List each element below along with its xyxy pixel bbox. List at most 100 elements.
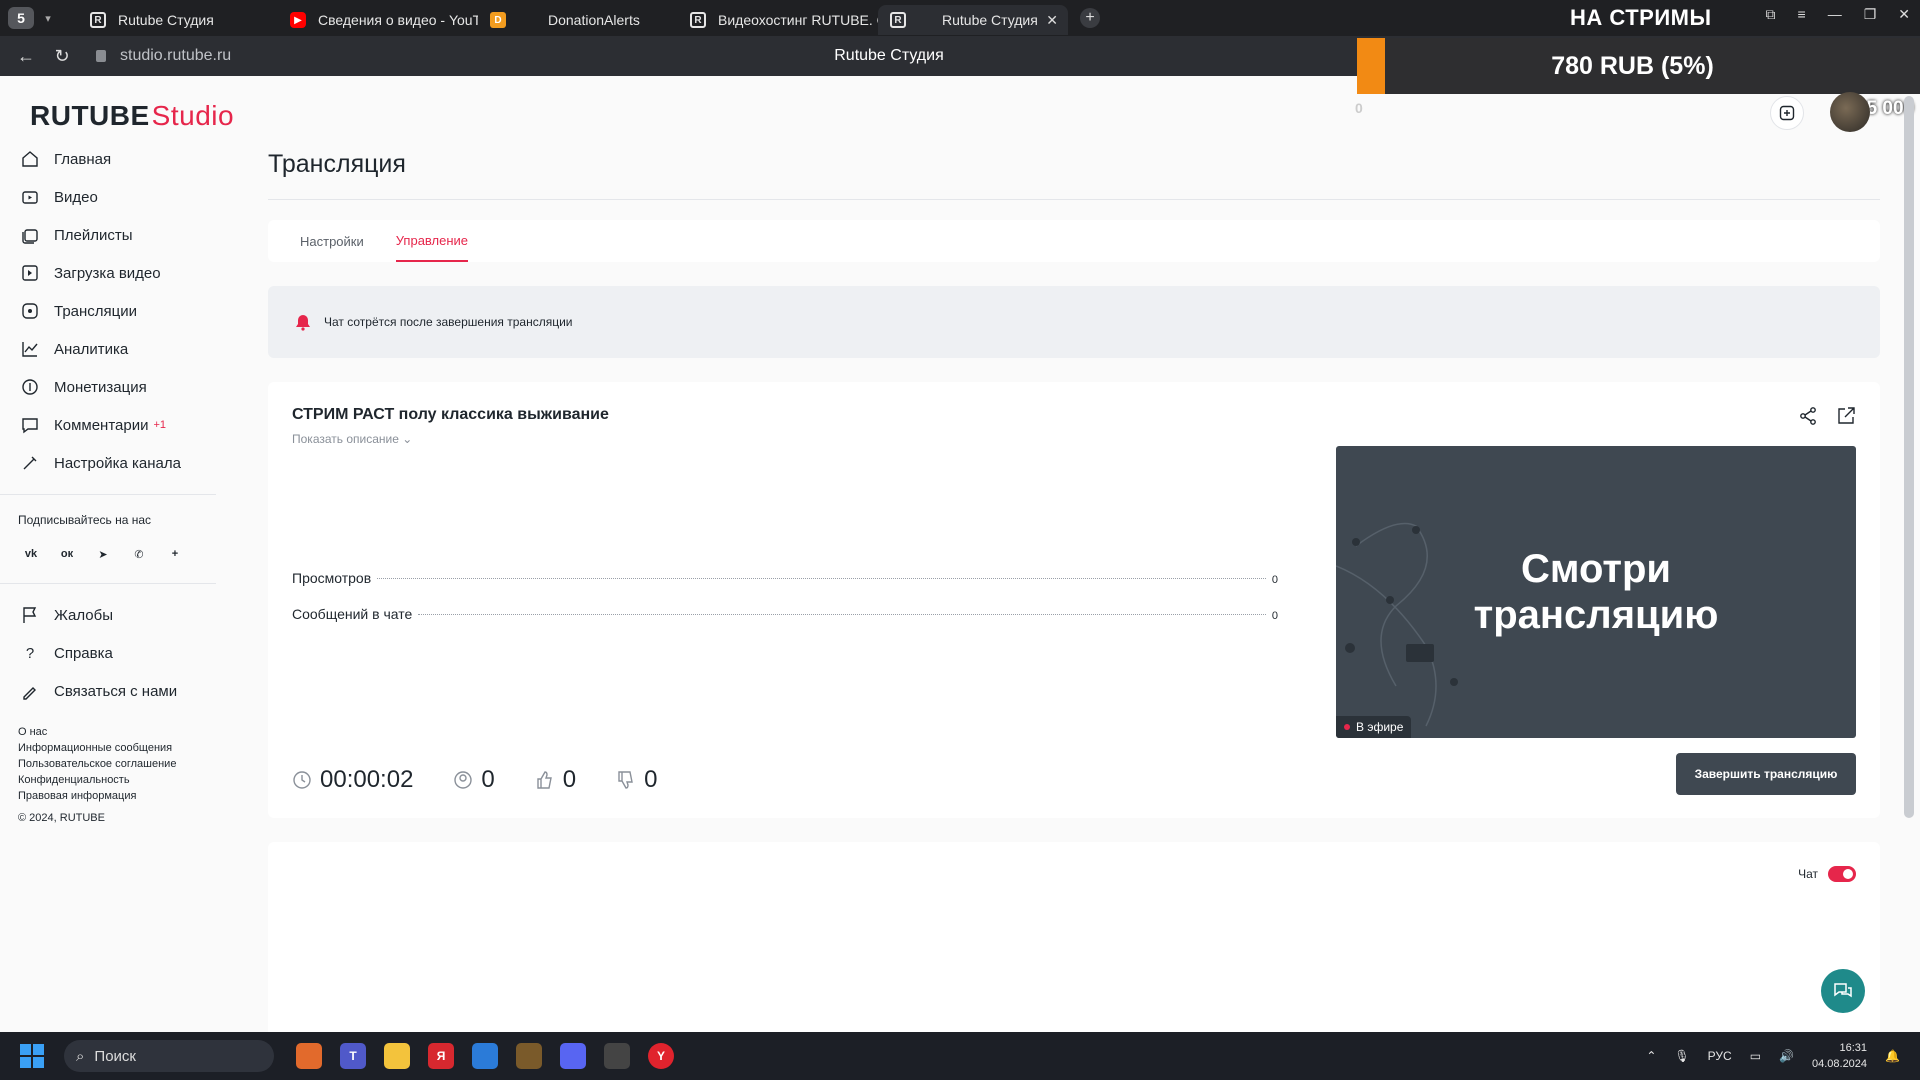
tab-rutube-hosting[interactable]: R Видеохостинг RUTUBE. С [678, 5, 878, 35]
preview-text-line2: трансляцию [1473, 593, 1719, 637]
search-icon: ⌕ [76, 1047, 85, 1065]
sidebar-item-channel-settings[interactable]: Настройка канала [0, 444, 216, 482]
clock[interactable]: 16:31 04.08.2024 [1812, 1040, 1867, 1072]
teams-icon[interactable]: T [340, 1043, 366, 1069]
plus-square-icon [1779, 105, 1795, 121]
ok-icon[interactable]: ок [56, 543, 78, 565]
menu-icon[interactable]: ≡ [1798, 6, 1806, 23]
close-window-icon[interactable]: ✕ [1898, 6, 1910, 23]
analytics-icon [20, 339, 40, 359]
youtube-favicon-icon: ▶ [290, 12, 306, 28]
sidebar-item-upload[interactable]: Загрузка видео [0, 254, 216, 292]
vk-icon[interactable]: vk [20, 543, 42, 565]
end-stream-button[interactable]: Завершить трансляцию [1676, 753, 1856, 795]
stream-preview[interactable]: Смотри трансляцию В эфире [1336, 446, 1856, 738]
contact-icon [20, 681, 40, 701]
viber-icon[interactable]: ✆ [128, 543, 150, 565]
sidebar-item-monetization[interactable]: Монетизация [0, 368, 216, 406]
language-indicator[interactable]: РУС [1708, 1049, 1732, 1063]
comments-icon [20, 415, 40, 435]
chevron-down-icon[interactable]: ▾ [38, 7, 58, 29]
chat-toggle[interactable] [1828, 866, 1856, 882]
sidebar-item-playlists[interactable]: Плейлисты [0, 216, 216, 254]
sidebar-item-home[interactable]: Главная [0, 140, 216, 178]
support-chat-button[interactable] [1821, 969, 1865, 1013]
sidebar-item-label: Главная [54, 150, 112, 168]
tab-rutube-studio-active[interactable]: R Rutube Студия ✕ [878, 5, 1068, 35]
sidebar-item-complaints[interactable]: Жалобы [0, 596, 216, 634]
more-icon[interactable]: + [164, 543, 186, 565]
logo-product: Studio [151, 100, 235, 131]
chat-messages-value: 0 [1271, 610, 1278, 622]
store-icon[interactable] [472, 1043, 498, 1069]
new-tab-button[interactable]: + [1080, 8, 1100, 28]
sidebar-item-help[interactable]: ? Справка [0, 634, 216, 672]
scrollbar[interactable] [1904, 96, 1914, 818]
telegram-icon[interactable]: ➤ [92, 543, 114, 565]
sidebar-item-video[interactable]: Видео [0, 178, 216, 216]
sidebar-item-comments[interactable]: Комментарии +1 [0, 406, 216, 444]
chevron-down-icon: ⌄ [402, 432, 413, 446]
dot-leader [418, 614, 1266, 615]
tab-rutube-studio-1[interactable]: R Rutube Студия [78, 5, 278, 35]
footer-link-privacy[interactable]: Конфиденциальность [18, 772, 216, 788]
views-stat: Просмотров 0 [292, 570, 1278, 586]
windows-start-icon[interactable] [20, 1044, 44, 1068]
thumbs-up-icon [537, 771, 552, 789]
stream-card: СТРИМ РАСТ полу классика выживание Показ… [268, 382, 1880, 818]
app-orange-icon[interactable] [296, 1043, 322, 1069]
sidebar-item-broadcasts[interactable]: Трансляции [0, 292, 216, 330]
taskbar-search[interactable]: ⌕ Поиск [64, 1040, 274, 1072]
show-description-label: Показать описание [292, 432, 399, 446]
comments-badge: +1 [153, 419, 167, 431]
donationalerts-favicon-icon: D [490, 12, 506, 28]
viewers-value: 0 [481, 766, 495, 793]
yandex-icon[interactable]: Я [428, 1043, 454, 1069]
file-explorer-icon[interactable] [384, 1043, 410, 1069]
close-tab-icon[interactable]: ✕ [1046, 12, 1058, 29]
promo-title: НА СТРИМЫ [1570, 5, 1712, 30]
discord-icon[interactable] [560, 1043, 586, 1069]
sidebar-item-label: Жалобы [54, 606, 113, 624]
share-icon[interactable] [1798, 406, 1818, 426]
network-icon[interactable]: ▭ [1750, 1049, 1761, 1063]
game-icon[interactable] [516, 1043, 542, 1069]
footer-link-legal[interactable]: Правовая информация [18, 788, 216, 804]
footer-link-about[interactable]: О нас [18, 724, 216, 740]
footer-link-terms[interactable]: Пользовательское соглашение [18, 756, 216, 772]
chevron-up-icon[interactable]: ⌃ [1646, 1049, 1656, 1063]
restore-icon[interactable]: ❐ [1864, 6, 1877, 23]
sidebar-item-contact[interactable]: Связаться с нами [0, 672, 216, 710]
workspace-badge[interactable]: 5 [8, 7, 34, 29]
dislikes-value: 0 [644, 766, 658, 793]
dot-leader [377, 578, 1266, 579]
tabs: Настройки Управление [268, 220, 1880, 262]
show-description-toggle[interactable]: Показать описание ⌄ [292, 432, 412, 446]
sidebar-item-label: Видео [54, 188, 98, 206]
notification-bell-icon[interactable]: 🔔 [1885, 1049, 1900, 1063]
add-content-button[interactable] [1770, 96, 1804, 130]
footer-link-info[interactable]: Информационные сообщения [18, 740, 216, 756]
rutube-studio-logo[interactable]: RUTUBEStudio [30, 100, 234, 132]
obs-icon[interactable] [604, 1043, 630, 1069]
footer-links: О нас Информационные сообщения Пользоват… [0, 724, 216, 804]
thumbs-down-icon [618, 771, 633, 789]
preview-text-line1: Смотри [1521, 547, 1671, 591]
microphone-icon[interactable]: 🎙 [1674, 1049, 1689, 1063]
volume-icon[interactable]: 🔊 [1779, 1049, 1794, 1063]
external-link-icon[interactable] [1836, 406, 1856, 426]
sidebar-item-analytics[interactable]: Аналитика [0, 330, 216, 368]
bookmark-icon[interactable]: ⧉ [1766, 6, 1776, 23]
video-icon [20, 187, 40, 207]
yandex-browser-icon[interactable]: Y [648, 1043, 674, 1069]
tab-settings[interactable]: Настройки [300, 220, 364, 262]
minimize-icon[interactable]: — [1828, 6, 1842, 23]
avatar[interactable] [1830, 92, 1870, 132]
tab-management[interactable]: Управление [395, 220, 469, 262]
browser-tab-bar: 5 ▾ R Rutube Студия ▶ Сведения о видео -… [0, 0, 1920, 36]
sidebar-item-label: Комментарии [54, 416, 149, 434]
live-badge-label: В эфире [1356, 720, 1404, 734]
tab-youtube[interactable]: ▶ Сведения о видео - YouT [278, 5, 478, 35]
sidebar-item-label: Справка [54, 644, 113, 662]
tab-donationalerts[interactable]: D DonationAlerts [478, 5, 678, 35]
